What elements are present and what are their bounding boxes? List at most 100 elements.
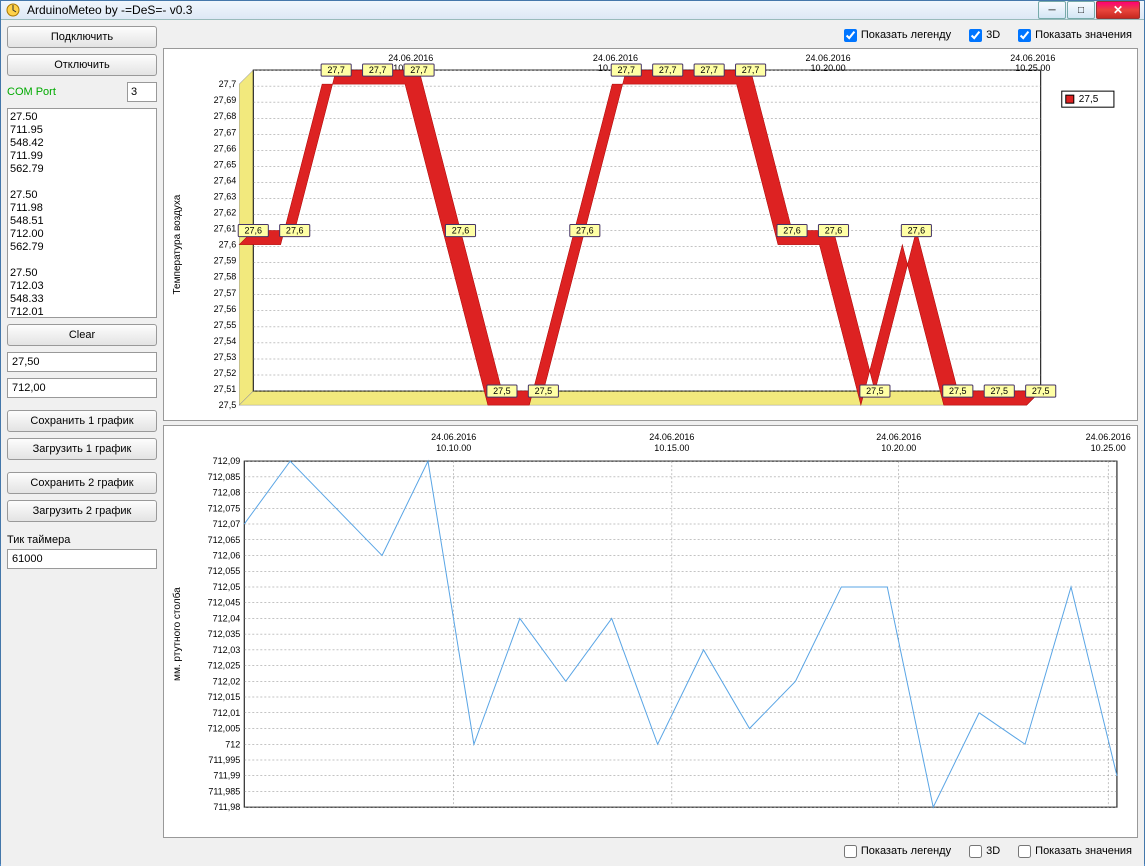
close-button[interactable]: ✕ xyxy=(1096,1,1140,19)
log-row: 711.99 xyxy=(10,150,154,163)
svg-text:27,53: 27,53 xyxy=(214,352,237,362)
chart2-options: Показать легенду 3D Показать значения xyxy=(163,842,1138,860)
save-chart1-button[interactable]: Сохранить 1 график xyxy=(7,410,157,432)
svg-text:27,58: 27,58 xyxy=(214,272,237,282)
svg-text:27,59: 27,59 xyxy=(214,256,237,266)
svg-text:27,6: 27,6 xyxy=(219,240,237,250)
log-row: 27.50 xyxy=(10,267,154,280)
svg-text:10.15.00: 10.15.00 xyxy=(654,443,689,453)
svg-text:27,7: 27,7 xyxy=(700,65,718,75)
svg-text:27,5: 27,5 xyxy=(866,386,884,396)
log-row: 712.03 xyxy=(10,280,154,293)
svg-text:10.25.00: 10.25.00 xyxy=(1015,63,1050,73)
svg-text:27,5: 27,5 xyxy=(219,400,237,410)
chart2-legend-checkbox[interactable]: Показать легенду xyxy=(844,845,951,858)
chart1-legend-checkbox[interactable]: Показать легенду xyxy=(844,29,951,42)
svg-text:27,5: 27,5 xyxy=(535,386,553,396)
svg-text:712: 712 xyxy=(225,739,240,749)
svg-text:24.06.2016: 24.06.2016 xyxy=(1086,432,1131,442)
svg-text:10.25.00: 10.25.00 xyxy=(1091,443,1126,453)
svg-text:712,07: 712,07 xyxy=(213,519,241,529)
svg-text:27,7: 27,7 xyxy=(327,65,345,75)
connect-button[interactable]: Подключить xyxy=(7,26,157,48)
svg-text:27,6: 27,6 xyxy=(825,226,843,236)
chart1-values-checkbox[interactable]: Показать значения xyxy=(1018,29,1132,42)
svg-text:27,6: 27,6 xyxy=(286,226,304,236)
svg-text:24.06.2016: 24.06.2016 xyxy=(431,432,476,442)
svg-text:27,5: 27,5 xyxy=(1032,386,1050,396)
timer-input[interactable] xyxy=(7,549,157,569)
svg-text:27,52: 27,52 xyxy=(214,368,237,378)
clear-button[interactable]: Clear xyxy=(7,324,157,346)
svg-text:27,69: 27,69 xyxy=(214,95,237,105)
log-row xyxy=(10,254,154,267)
svg-text:712,055: 712,055 xyxy=(208,566,241,576)
chart2-pressure: 711,98711,985711,99711,995712712,005712,… xyxy=(163,425,1138,838)
disconnect-button[interactable]: Отключить xyxy=(7,54,157,76)
svg-text:27,7: 27,7 xyxy=(410,65,428,75)
log-row: 712.00 xyxy=(10,228,154,241)
svg-text:27,7: 27,7 xyxy=(617,65,635,75)
svg-text:712,035: 712,035 xyxy=(208,629,241,639)
svg-text:24.06.2016: 24.06.2016 xyxy=(876,432,921,442)
svg-text:24.06.2016: 24.06.2016 xyxy=(649,432,694,442)
svg-text:27,66: 27,66 xyxy=(214,143,237,153)
svg-text:27,62: 27,62 xyxy=(214,208,237,218)
svg-text:711,98: 711,98 xyxy=(213,802,240,812)
minimize-button[interactable]: ─ xyxy=(1038,1,1066,19)
svg-text:27,6: 27,6 xyxy=(908,226,926,236)
svg-text:27,7: 27,7 xyxy=(659,65,677,75)
log-row: 27.50 xyxy=(10,189,154,202)
sidebar: Подключить Отключить COM Port 27.50711.9… xyxy=(7,26,157,860)
com-port-input[interactable] xyxy=(127,82,157,102)
svg-text:712,09: 712,09 xyxy=(213,456,241,466)
svg-text:712,015: 712,015 xyxy=(208,692,241,702)
svg-text:711,985: 711,985 xyxy=(208,787,240,797)
save-chart2-button[interactable]: Сохранить 2 график xyxy=(7,472,157,494)
svg-text:27,7: 27,7 xyxy=(369,65,387,75)
svg-text:27,61: 27,61 xyxy=(214,224,237,234)
svg-text:27,5: 27,5 xyxy=(949,386,967,396)
svg-text:712,06: 712,06 xyxy=(213,551,241,561)
svg-text:27,5: 27,5 xyxy=(493,386,511,396)
svg-text:27,7: 27,7 xyxy=(742,65,760,75)
maximize-button[interactable]: □ xyxy=(1067,1,1095,19)
svg-text:27,56: 27,56 xyxy=(214,304,237,314)
svg-text:мм. ртутного столба: мм. ртутного столба xyxy=(171,587,183,681)
svg-text:10.10.00: 10.10.00 xyxy=(436,443,471,453)
svg-text:712,065: 712,065 xyxy=(208,535,241,545)
log-row: 562.79 xyxy=(10,163,154,176)
svg-text:27,51: 27,51 xyxy=(214,384,237,394)
svg-text:712,04: 712,04 xyxy=(213,614,241,624)
load-chart2-button[interactable]: Загрузить 2 график xyxy=(7,500,157,522)
load-chart1-button[interactable]: Загрузить 1 график xyxy=(7,438,157,460)
log-row: 27.50 xyxy=(10,111,154,124)
svg-text:712,075: 712,075 xyxy=(208,503,241,513)
svg-text:27,64: 27,64 xyxy=(214,175,237,185)
data-log[interactable]: 27.50711.95548.42711.99562.79 27.50711.9… xyxy=(7,108,157,318)
chart1-3d-checkbox[interactable]: 3D xyxy=(969,29,1000,42)
svg-text:712,01: 712,01 xyxy=(213,708,241,718)
window-title: ArduinoMeteo by -=DeS=- v0.3 xyxy=(27,3,1037,17)
svg-text:10.20.00: 10.20.00 xyxy=(811,63,846,73)
svg-text:27,54: 27,54 xyxy=(214,336,237,346)
log-row: 562.79 xyxy=(10,241,154,254)
svg-text:711,995: 711,995 xyxy=(208,755,240,765)
value1-input[interactable] xyxy=(7,352,157,372)
chart2-3d-checkbox[interactable]: 3D xyxy=(969,845,1000,858)
log-row xyxy=(10,176,154,189)
log-row: 712.01 xyxy=(10,306,154,318)
chart1-options: Показать легенду 3D Показать значения xyxy=(163,26,1138,44)
svg-text:712,045: 712,045 xyxy=(208,598,241,608)
svg-text:24.06.2016: 24.06.2016 xyxy=(1010,53,1055,63)
svg-text:27,6: 27,6 xyxy=(244,226,262,236)
log-row: 711.98 xyxy=(10,202,154,215)
svg-text:712,05: 712,05 xyxy=(213,582,241,592)
svg-text:27,6: 27,6 xyxy=(452,226,470,236)
chart2-values-checkbox[interactable]: Показать значения xyxy=(1018,845,1132,858)
svg-text:712,005: 712,005 xyxy=(208,724,241,734)
svg-text:24.06.2016: 24.06.2016 xyxy=(806,53,851,63)
svg-text:27,6: 27,6 xyxy=(783,226,801,236)
svg-text:27,68: 27,68 xyxy=(214,111,237,121)
value2-input[interactable] xyxy=(7,378,157,398)
